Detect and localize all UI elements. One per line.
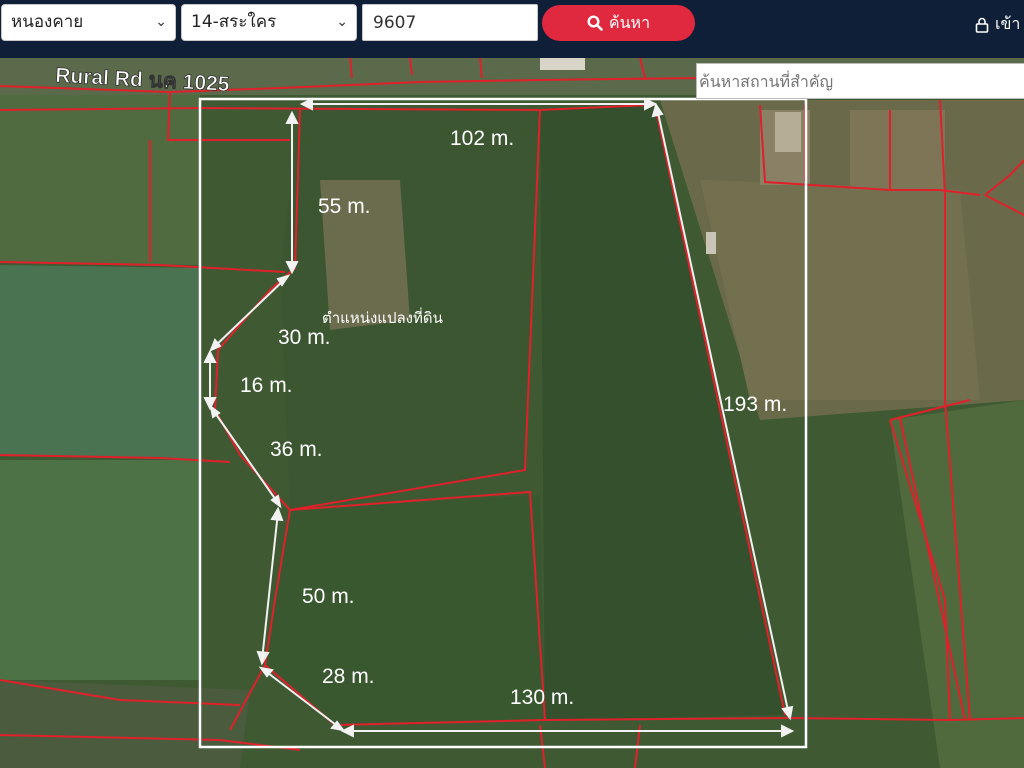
satellite-map[interactable]: Rural Rd นค 1025 ตำแหน่งแปลงที่ดิน 102 m…: [0, 58, 1024, 768]
measure-label: 16 m.: [240, 374, 293, 397]
measure-label: 50 m.: [302, 585, 355, 608]
lock-icon: [975, 17, 989, 33]
login-label: เข้า: [995, 14, 1021, 33]
district-select-value: 14-สระใคร: [191, 12, 277, 32]
satellite-imagery: [0, 58, 1024, 768]
chevron-down-icon: ⌄: [155, 14, 167, 30]
parcel-number-input[interactable]: [362, 4, 538, 41]
measure-label: 55 m.: [318, 195, 371, 218]
measure-label: 130 m.: [510, 686, 574, 709]
measure-label: 193 m.: [723, 393, 787, 416]
measure-label: 102 m.: [450, 127, 514, 150]
search-icon: [587, 15, 603, 31]
measure-label: 28 m.: [322, 665, 375, 688]
measure-label: 36 m.: [270, 438, 323, 461]
province-select-value: หนองคาย: [11, 12, 84, 32]
chevron-down-icon: ⌄: [336, 14, 348, 30]
measure-label: 30 m.: [278, 326, 331, 349]
landmark-search-input[interactable]: [696, 63, 1024, 99]
province-select[interactable]: หนองคาย ⌄: [1, 4, 176, 41]
top-bar: หนองคาย ⌄ 14-สระใคร ⌄ ค้นหา เข้า: [0, 0, 1024, 58]
district-select[interactable]: 14-สระใคร ⌄: [181, 4, 357, 41]
login-link[interactable]: เข้า: [975, 12, 1020, 37]
parcel-position-label: ตำแหน่งแปลงที่ดิน: [322, 307, 443, 327]
search-button[interactable]: ค้นหา: [542, 5, 695, 41]
search-button-label: ค้นหา: [608, 12, 651, 32]
